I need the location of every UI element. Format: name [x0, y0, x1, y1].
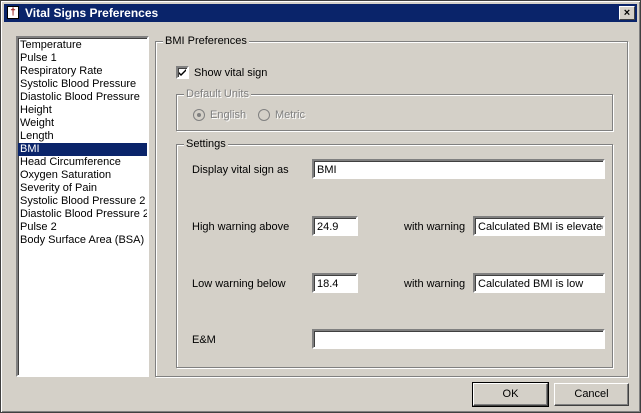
low-warning-value-field[interactable]: 18.4 [312, 273, 358, 293]
ok-button[interactable]: OK [472, 382, 549, 407]
list-item[interactable]: Height [18, 104, 147, 117]
show-vital-sign-checkbox[interactable] [176, 66, 189, 79]
low-with-warning-label: with warning [404, 278, 466, 290]
list-item[interactable]: Diastolic Blood Pressure [18, 91, 147, 104]
em-field[interactable] [312, 329, 605, 349]
high-warning-value-field[interactable]: 24.9 [312, 216, 358, 236]
cancel-button[interactable]: Cancel [554, 383, 629, 406]
display-vital-sign-label: Display vital sign as [192, 164, 289, 176]
list-item[interactable]: Length [18, 130, 147, 143]
list-item[interactable]: Head Circumference [18, 156, 147, 169]
list-item[interactable]: Pulse 2 [18, 221, 147, 234]
list-item[interactable]: Temperature [18, 39, 147, 52]
caduceus-icon: † [7, 6, 19, 19]
title-bar[interactable]: † Vital Signs Preferences × [4, 4, 637, 22]
list-item[interactable]: Systolic Blood Pressure [18, 78, 147, 91]
vital-signs-list[interactable]: Temperature Pulse 1 Respiratory Rate Systol… [16, 36, 149, 377]
list-item[interactable]: Respiratory Rate [18, 65, 147, 78]
english-radio[interactable] [193, 109, 205, 121]
list-item[interactable]: Severity of Pain [18, 182, 147, 195]
checkmark-icon [179, 69, 186, 76]
metric-radio[interactable] [258, 109, 270, 121]
high-warning-label: High warning above [192, 221, 290, 233]
list-item[interactable]: BMI [18, 143, 147, 156]
list-item[interactable]: Oxygen Saturation [18, 169, 147, 182]
show-vital-sign-label[interactable]: Show vital sign [194, 66, 267, 80]
close-button[interactable]: × [619, 6, 635, 20]
metric-radio-label: Metric [275, 109, 305, 121]
list-item[interactable]: Pulse 1 [18, 52, 147, 65]
bmi-preferences-title: BMI Preferences [163, 34, 249, 48]
low-warning-message-field[interactable]: Calculated BMI is low [473, 273, 605, 293]
settings-title: Settings [184, 137, 228, 151]
high-with-warning-label: with warning [404, 221, 466, 233]
window-title: Vital Signs Preferences [25, 6, 159, 20]
list-item[interactable]: Weight [18, 117, 147, 130]
vital-signs-preferences-dialog: † Vital Signs Preferences × Temperature P… [0, 0, 641, 413]
low-warning-label: Low warning below [192, 278, 286, 290]
list-item[interactable]: Body Surface Area (BSA) [18, 234, 147, 247]
list-item[interactable]: Diastolic Blood Pressure 2 [18, 208, 147, 221]
high-warning-message-field[interactable]: Calculated BMI is elevated [473, 216, 605, 236]
default-units-title: Default Units [184, 87, 251, 101]
english-radio-label: English [210, 109, 247, 121]
em-label: E&M [192, 334, 216, 346]
list-item[interactable]: Systolic Blood Pressure 2 [18, 195, 147, 208]
display-vital-sign-field[interactable]: BMI [312, 159, 605, 179]
radio-selected-dot [197, 113, 201, 117]
